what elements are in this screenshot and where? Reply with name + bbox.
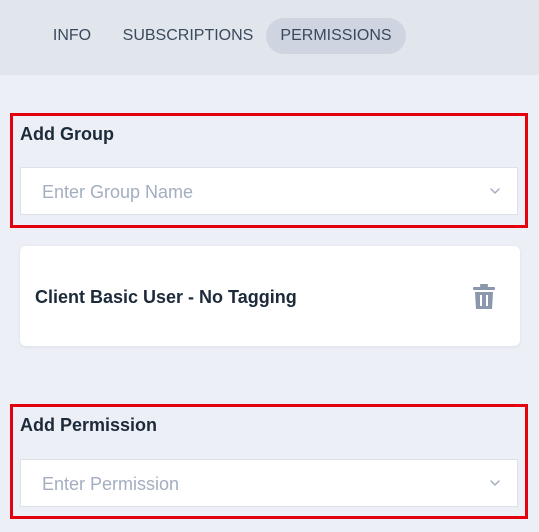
add-group-label: Add Group [20,124,114,144]
add-permission-label: Add Permission [20,415,158,435]
trash-icon[interactable] [472,284,496,310]
tab-subscriptions[interactable]: SUBSCRIPTIONS [113,18,263,54]
tab-permissions[interactable]: PERMISSIONS [266,18,406,54]
permission-select[interactable]: Enter Permission [20,459,518,507]
tab-bar: INFO SUBSCRIPTIONS PERMISSIONS [0,0,539,75]
permission-placeholder: Enter Permission [42,474,180,494]
group-name: Client Basic User - No Tagging [35,287,297,307]
group-name-select[interactable]: Enter Group Name [20,167,518,215]
chevron-down-icon [490,480,500,486]
chevron-down-icon [490,188,500,194]
tab-info[interactable]: INFO [40,18,104,54]
group-name-placeholder: Enter Group Name [42,182,194,202]
group-card: Client Basic User - No Tagging [20,246,520,346]
